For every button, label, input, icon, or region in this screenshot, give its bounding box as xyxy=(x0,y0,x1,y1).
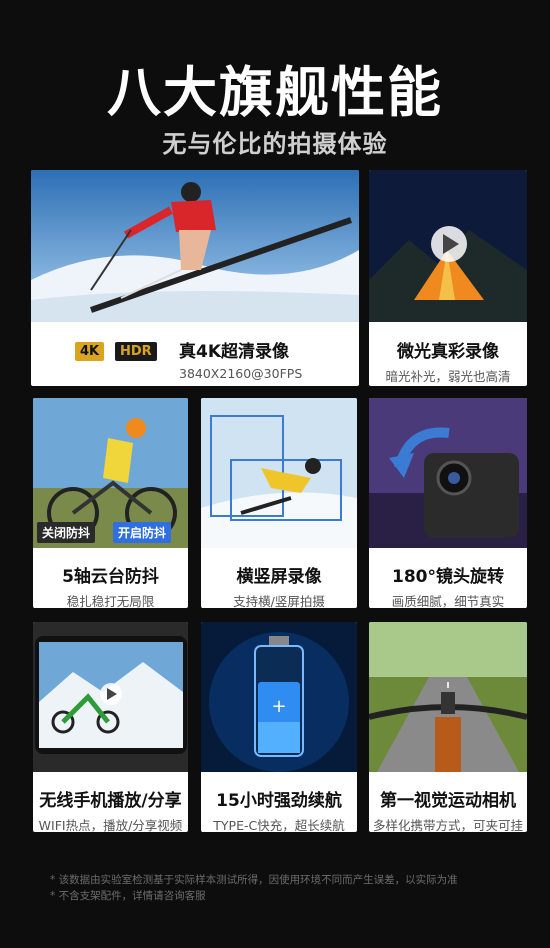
stabilization-off-tag: 关闭防抖 xyxy=(37,522,96,543)
feature-title: 15小时强劲续航 xyxy=(216,791,342,811)
feature-card-stabilization: 关闭防抖 开启防抖 5轴云台防抖 稳扎稳打无局限 xyxy=(33,398,188,608)
feature-card-4k: 4K HDR 真4K超清录像 3840X2160@30FPS xyxy=(31,170,359,386)
feature-title: 180°镜头旋转 xyxy=(392,567,504,587)
battery-image: + xyxy=(201,622,357,772)
feature-card-lowlight: 微光真彩录像 暗光补光，弱光也高清 xyxy=(369,170,527,386)
feature-subtitle: 多样化携带方式，可夹可挂 xyxy=(372,818,523,832)
snowboarder-image xyxy=(201,398,357,548)
feature-card-orientation: 横竖屏录像 支持横/竖屏拍摄 xyxy=(201,398,357,608)
svg-text:+: + xyxy=(271,696,286,717)
phone-motocross-image xyxy=(33,622,188,772)
feature-card-rotation: 180°镜头旋转 画质细腻，细节真实 xyxy=(369,398,527,608)
feature-title: 第一视觉运动相机 xyxy=(380,791,516,811)
feature-title: 无线手机播放/分享 xyxy=(39,791,182,811)
badge-4k: 4K xyxy=(75,342,105,361)
feature-card-wireless: 无线手机播放/分享 WIFI热点，播放/分享视频 xyxy=(33,622,188,832)
feature-subtitle: WIFI热点，播放/分享视频 xyxy=(38,818,183,832)
page-title: 八大旗舰性能 xyxy=(107,61,443,124)
footnote-1: * 该数据由实验室检测基于实际样本测试所得，因使用环境不同而产生误差，以实际为准 xyxy=(50,874,458,886)
tent-image xyxy=(369,170,527,322)
page-subtitle: 无与伦比的拍摄体验 xyxy=(162,130,388,158)
badge-hdr: HDR xyxy=(115,342,157,361)
feature-card-pov: 第一视觉运动相机 多样化携带方式，可夹可挂 xyxy=(369,622,527,832)
feature-subtitle: TYPE-C快充，超长续航 xyxy=(213,818,345,832)
feature-subtitle: 支持横/竖屏拍摄 xyxy=(233,594,325,608)
feature-title: 5轴云台防抖 xyxy=(62,567,159,587)
feature-subtitle: 暗光补光，弱光也高清 xyxy=(385,369,511,384)
footnote-2: * 不含支架配件，详情请咨询客服 xyxy=(50,890,206,902)
skier-image xyxy=(31,170,359,322)
feature-subtitle: 3840X2160@30FPS xyxy=(179,366,303,381)
feature-subtitle: 画质细腻，细节真实 xyxy=(391,594,505,608)
feature-card-battery: + 15小时强劲续航 TYPE-C快充，超长续航 xyxy=(201,622,357,832)
stabilization-on-tag: 开启防抖 xyxy=(113,522,172,543)
camera-rotation-image xyxy=(369,398,527,548)
feature-title: 微光真彩录像 xyxy=(397,342,499,362)
feature-title: 横竖屏录像 xyxy=(236,567,322,587)
feature-subtitle: 稳扎稳打无局限 xyxy=(66,594,155,608)
feature-title: 真4K超清录像 xyxy=(179,342,290,362)
bike-pov-image xyxy=(369,622,527,772)
